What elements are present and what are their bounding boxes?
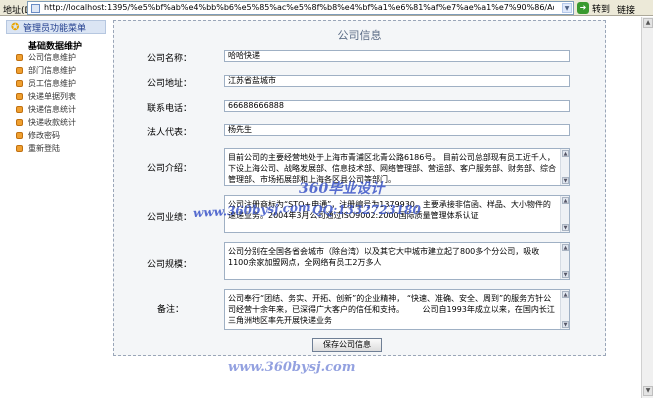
page-title: 公司信息 <box>337 29 382 42</box>
sidebar-item-label: 快递信息统计 <box>28 105 76 114</box>
remark-label: 备注： <box>157 305 185 315</box>
sidebar-item-label: 重新登陆 <box>28 144 60 153</box>
sidebar-item-relogin[interactable]: 重新登陆 <box>6 142 106 155</box>
intro-textarea[interactable]: 目前公司的主要经营地处于上海市青浦区北青公路6186号。 目前公司总部现有员工近… <box>224 148 570 186</box>
scroll-up-icon[interactable]: ▲ <box>643 18 653 28</box>
remark-scrollbar[interactable]: ▲ ▼ <box>560 290 569 329</box>
menu-section-title: 基础数据维护 <box>28 42 83 52</box>
sidebar-item-label: 公司信息维护 <box>28 53 76 62</box>
remark-textarea[interactable]: 公司奉行“团结、务实、开拓、创新”的企业精神， “快速、准确、安全、周到”的服务… <box>224 289 570 330</box>
url-input[interactable]: http://localhost:1395/%e5%bf%ab%e4%bb%b6… <box>27 1 574 15</box>
sidebar-item-label: 快递单据列表 <box>28 92 76 101</box>
scale-textarea[interactable]: 公司分别在全国各省会城市（除台湾）以及其它大中城市建立起了800多个分公司，吸收… <box>224 242 570 280</box>
save-company-info-button[interactable]: 保存公司信息 <box>312 338 382 352</box>
page-scrollbar[interactable]: ▲ ▼ <box>641 17 653 398</box>
watermark-brand: 360毕业设计 <box>299 181 385 197</box>
address-field[interactable]: 江苏省盐城市 <box>224 75 570 87</box>
achievement-label: 公司业绩： <box>147 213 193 223</box>
sidebar-item-company-info[interactable]: 公司信息维护 <box>6 51 106 64</box>
sidebar-item-department-info[interactable]: 部门信息维护 <box>6 64 106 77</box>
scale-label: 公司规模： <box>147 260 193 270</box>
scroll-down-icon[interactable]: ▼ <box>562 224 569 231</box>
menu-header-label: 管理员功能菜单 <box>23 23 87 34</box>
scroll-down-icon[interactable]: ▼ <box>643 386 653 396</box>
page-icon <box>31 4 40 13</box>
sidebar-item-change-password[interactable]: 修改密码 <box>6 129 106 142</box>
scale-scrollbar[interactable]: ▲ ▼ <box>560 243 569 279</box>
address-label: 公司地址： <box>147 79 193 89</box>
legal-rep-field[interactable]: 杨先生 <box>224 124 570 136</box>
sidebar-menu: ✪ 管理员功能菜单 基础数据维护 公司信息维护 部门信息维护 员工信息维护 快递… <box>6 20 106 155</box>
sidebar-item-label: 修改密码 <box>28 131 60 140</box>
watermark-site-bottom: www.360bysj.com <box>228 360 356 375</box>
sidebar-item-payment-stats[interactable]: 快递收款统计 <box>6 116 106 129</box>
sidebar-item-label: 快递收款统计 <box>28 118 76 127</box>
go-arrow-icon: ➜ <box>577 2 589 14</box>
watermark-qq: QQ:1332723180 <box>312 203 421 217</box>
scroll-down-icon[interactable]: ▼ <box>562 271 569 278</box>
intro-scrollbar[interactable]: ▲ ▼ <box>560 149 569 185</box>
chevron-down-icon[interactable]: ▼ <box>562 3 572 13</box>
sidebar-item-label: 员工信息维护 <box>28 79 76 88</box>
scroll-down-icon[interactable]: ▼ <box>562 177 569 184</box>
legal-rep-label: 法人代表： <box>147 128 193 138</box>
star-icon: ✪ <box>11 22 20 33</box>
intro-text: 目前公司的主要经营地处于上海市青浦区北青公路6186号。 目前公司总部现有员工近… <box>228 153 556 184</box>
scroll-up-icon[interactable]: ▲ <box>562 197 569 204</box>
menu-bullet-icon <box>16 145 23 152</box>
links-button[interactable]: 链接 <box>617 3 635 16</box>
scroll-up-icon[interactable]: ▲ <box>562 150 569 157</box>
go-button[interactable]: ➜ 转到 <box>577 1 610 15</box>
sidebar-item-label: 部门信息维护 <box>28 66 76 75</box>
menu-bullet-icon <box>16 67 23 74</box>
menu-header: ✪ 管理员功能菜单 <box>6 20 106 34</box>
sidebar-item-delivery-stats[interactable]: 快递信息统计 <box>6 103 106 116</box>
company-name-label: 公司名称： <box>147 54 193 64</box>
intro-label: 公司介绍： <box>147 164 193 174</box>
menu-bullet-icon <box>16 54 23 61</box>
scale-text: 公司分别在全国各省会城市（除台湾）以及其它大中城市建立起了800多个分公司，吸收… <box>228 247 540 267</box>
menu-bullet-icon <box>16 106 23 113</box>
company-name-field[interactable]: 哈哈快递 <box>224 50 570 62</box>
sidebar-item-employee-info[interactable]: 员工信息维护 <box>6 77 106 90</box>
remark-text: 公司奉行“团结、务实、开拓、创新”的企业精神， “快速、准确、安全、周到”的服务… <box>228 294 555 325</box>
scroll-down-icon[interactable]: ▼ <box>562 321 569 328</box>
phone-label: 联系电话： <box>147 104 193 114</box>
menu-bullet-icon <box>16 93 23 100</box>
menu-bullet-icon <box>16 80 23 87</box>
menu-bullet-icon <box>16 132 23 139</box>
url-text[interactable]: http://localhost:1395/%e5%bf%ab%e4%bb%b6… <box>44 3 554 12</box>
sidebar-item-waybill-list[interactable]: 快递单据列表 <box>6 90 106 103</box>
go-label: 转到 <box>592 4 611 15</box>
phone-field[interactable]: 66688666888 <box>224 100 570 112</box>
menu-bullet-icon <box>16 119 23 126</box>
achievement-scrollbar[interactable]: ▲ ▼ <box>560 196 569 232</box>
scroll-up-icon[interactable]: ▲ <box>562 291 569 298</box>
address-bar: 地址(D) http://localhost:1395/%e5%bf%ab%e4… <box>0 0 653 16</box>
scroll-up-icon[interactable]: ▲ <box>562 244 569 251</box>
